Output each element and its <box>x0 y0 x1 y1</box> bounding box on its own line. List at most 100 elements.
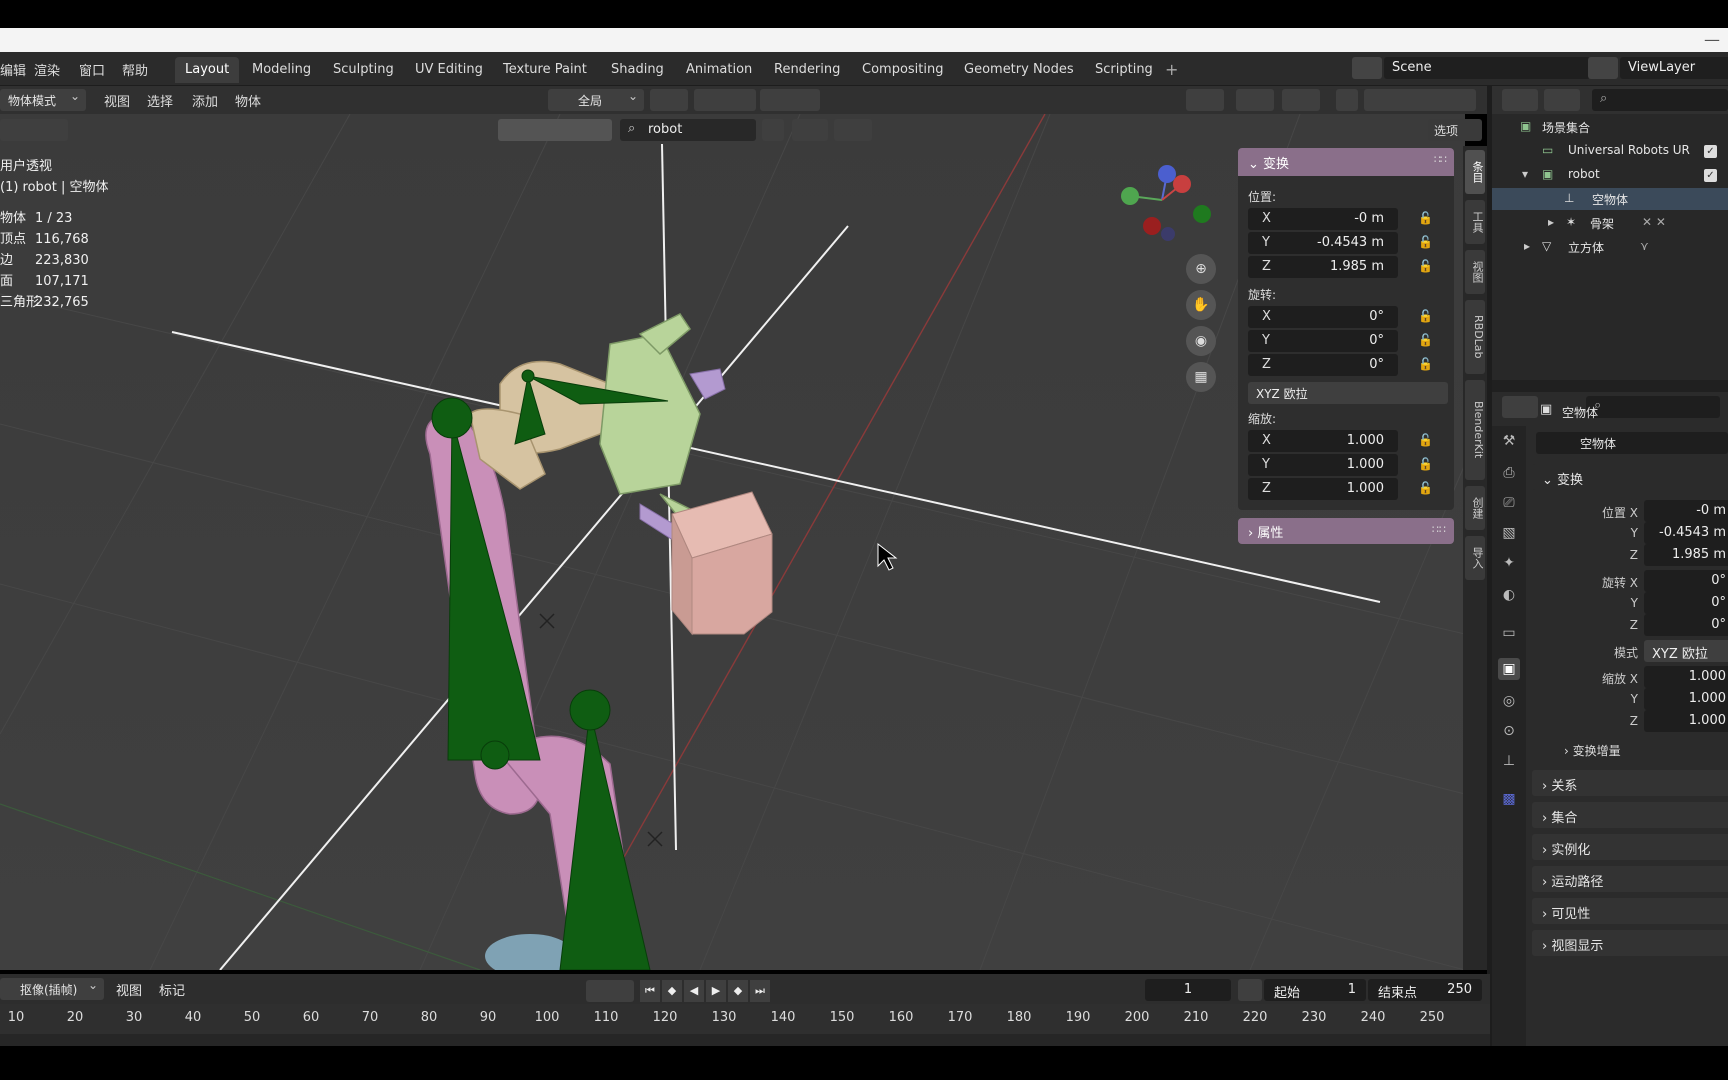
play-icon[interactable]: ▶ <box>706 980 726 1002</box>
timeline-area[interactable] <box>0 1034 1490 1046</box>
scale-y-field[interactable]: Y 1.000 <box>1248 454 1398 476</box>
filter-dropdown-button[interactable] <box>762 119 784 141</box>
checkbox-icon[interactable]: ✓ <box>1704 145 1717 158</box>
minimize-icon[interactable]: — <box>1704 30 1720 49</box>
tab-compositing[interactable]: Compositing <box>852 57 954 83</box>
tab-texture-paint[interactable]: Texture Paint <box>493 57 597 83</box>
tree-item-scene-collection[interactable]: ▣ 场景集合 <box>1492 116 1728 138</box>
tab-geometry-nodes[interactable]: Geometry Nodes <box>954 57 1084 83</box>
grid-ortho-icon[interactable]: ▦ <box>1186 362 1216 392</box>
prop-rotation-mode[interactable]: XYZ 欧拉 <box>1644 640 1728 662</box>
subsection-delta-transform[interactable]: › 变换增量 <box>1564 742 1621 759</box>
lock-icon[interactable]: 🔓 <box>1418 457 1433 471</box>
tab-blenderkit[interactable]: BlenderKit <box>1465 380 1485 480</box>
menu-add[interactable]: 添加 <box>192 91 218 110</box>
options-dropdown[interactable]: 选项 <box>1428 119 1482 141</box>
lock-icon[interactable]: 🔓 <box>1418 333 1433 347</box>
prop-location-y[interactable]: -0.4543 m <box>1644 522 1728 544</box>
tab-shading[interactable]: Shading <box>601 57 674 83</box>
tab-create[interactable]: 创建 <box>1465 486 1485 530</box>
tab-scripting[interactable]: Scripting <box>1085 57 1163 83</box>
timeline-ruler[interactable]: 10 20 30 40 50 60 70 80 90 100 110 120 130 140 150 160 1… <box>0 1004 1490 1034</box>
rotation-x-field[interactable]: X 0° <box>1248 306 1398 328</box>
lock-icon[interactable]: 🔓 <box>1418 235 1433 249</box>
viewlayer-selector-button[interactable] <box>1588 57 1618 79</box>
lock-icon[interactable]: 🔓 <box>1418 481 1433 495</box>
object-icon[interactable]: ▣ <box>1498 658 1520 680</box>
render-icon[interactable]: ⎙ <box>1498 462 1520 484</box>
prop-scale-y[interactable]: 1.000 <box>1644 688 1728 710</box>
view-layer-icon[interactable]: ▧ <box>1498 522 1520 544</box>
tab-view[interactable]: 视图 <box>1465 250 1485 294</box>
tree-item-cube[interactable]: ▸ ▽ 立方体 ⋎ <box>1492 236 1728 258</box>
tab-sculpting[interactable]: Sculpting <box>323 57 404 83</box>
select-mode-buttons[interactable] <box>498 119 612 141</box>
tree-item-universal-robots[interactable]: ▭ Universal Robots UR ✓ <box>1492 140 1728 162</box>
collection-icon[interactable]: ▭ <box>1498 622 1520 644</box>
funnel-filter-button[interactable] <box>834 119 872 141</box>
timeline-menu-view[interactable]: 视图 <box>116 980 142 999</box>
filter-button[interactable] <box>1544 89 1580 111</box>
disclosure-triangle-icon[interactable]: ▸ <box>1548 215 1554 229</box>
scene-selector-button[interactable] <box>1352 57 1382 79</box>
disclosure-triangle-icon[interactable]: ▾ <box>1522 167 1528 181</box>
playback-dropdown[interactable]: 抠像(插帧) <box>0 978 104 1000</box>
lock-icon[interactable]: 🔓 <box>1418 309 1433 323</box>
scale-x-field[interactable]: X 1.000 <box>1248 430 1398 452</box>
tab-item[interactable]: 条目 <box>1465 150 1485 194</box>
section-relations[interactable]: › 关系 <box>1532 770 1728 796</box>
camera-icon[interactable]: ◉ <box>1186 326 1216 356</box>
outliner-search-input[interactable]: ⌕ <box>1592 89 1728 111</box>
menu-view[interactable]: 视图 <box>104 91 130 110</box>
constraints-icon[interactable]: ⊙ <box>1498 720 1520 742</box>
mode-dropdown[interactable]: 物体模式 <box>0 89 86 111</box>
output-icon[interactable]: ⎚ <box>1498 492 1520 514</box>
play-reverse-icon[interactable]: ◀ <box>684 980 704 1002</box>
xray-button[interactable] <box>1336 89 1358 111</box>
section-visibility[interactable]: › 可见性 <box>1532 898 1728 924</box>
location-z-field[interactable]: Z 1.985 m <box>1248 256 1398 278</box>
tab-import[interactable]: 导入 <box>1465 536 1485 580</box>
rotation-y-field[interactable]: Y 0° <box>1248 330 1398 352</box>
viewlayer-field[interactable]: ViewLayer <box>1620 57 1728 79</box>
select-box-modes[interactable] <box>0 119 68 141</box>
menu-help[interactable]: 帮助 <box>122 60 148 79</box>
tab-modeling[interactable]: Modeling <box>242 57 321 83</box>
prop-location-x[interactable]: -0 m <box>1644 500 1728 522</box>
location-x-field[interactable]: X -0 m <box>1248 208 1398 230</box>
section-collections[interactable]: › 集合 <box>1532 802 1728 828</box>
collection-filter-button[interactable] <box>792 119 828 141</box>
display-mode-button[interactable] <box>1502 89 1538 111</box>
prop-scale-x[interactable]: 1.000 <box>1644 666 1728 688</box>
disclosure-triangle-icon[interactable]: ▸ <box>1524 239 1530 253</box>
proportional-edit-button[interactable] <box>760 89 820 111</box>
prop-scale-z[interactable]: 1.000 <box>1644 710 1728 732</box>
add-workspace-icon[interactable]: + <box>1165 60 1178 79</box>
scene-icon[interactable]: ✦ <box>1498 552 1520 574</box>
stopwatch-icon[interactable] <box>1238 979 1262 1001</box>
gizmo-toggle-button[interactable] <box>1236 89 1274 111</box>
editor-type-button[interactable] <box>1502 396 1538 418</box>
overlay-toggle-button[interactable] <box>1282 89 1320 111</box>
current-frame-field[interactable]: 1 <box>1145 979 1231 1001</box>
jump-end-icon[interactable]: ⏭ <box>750 980 770 1002</box>
viewport-search-input[interactable]: ⌕ robot <box>620 119 756 141</box>
section-motion-paths[interactable]: › 运动路径 <box>1532 866 1728 892</box>
section-viewport-display[interactable]: › 视图显示 <box>1532 930 1728 956</box>
end-frame-field[interactable]: 结束点 250 <box>1368 979 1482 1001</box>
timeline-menu-marker[interactable]: 标记 <box>159 980 185 999</box>
lock-icon[interactable]: 🔓 <box>1418 211 1433 225</box>
rotation-z-field[interactable]: Z 0° <box>1248 354 1398 376</box>
tab-animation[interactable]: Animation <box>676 57 762 83</box>
texture-icon[interactable]: ▩ <box>1498 788 1520 810</box>
tree-item-armature[interactable]: ▸ ✶ 骨架 ✕ ✕ <box>1492 212 1728 234</box>
checkbox-icon[interactable]: ✓ <box>1704 169 1717 182</box>
menu-edit[interactable]: 编辑 <box>0 60 26 79</box>
scene-field[interactable]: Scene <box>1384 57 1590 79</box>
location-y-field[interactable]: Y -0.4543 m <box>1248 232 1398 254</box>
tool-icon[interactable]: ⚒ <box>1498 430 1520 452</box>
physics-icon[interactable]: ◎ <box>1498 690 1520 712</box>
visibility-button[interactable] <box>1186 89 1224 111</box>
tab-tool[interactable]: 工具 <box>1465 200 1485 244</box>
prop-rotation-y[interactable]: 0° <box>1644 592 1728 614</box>
